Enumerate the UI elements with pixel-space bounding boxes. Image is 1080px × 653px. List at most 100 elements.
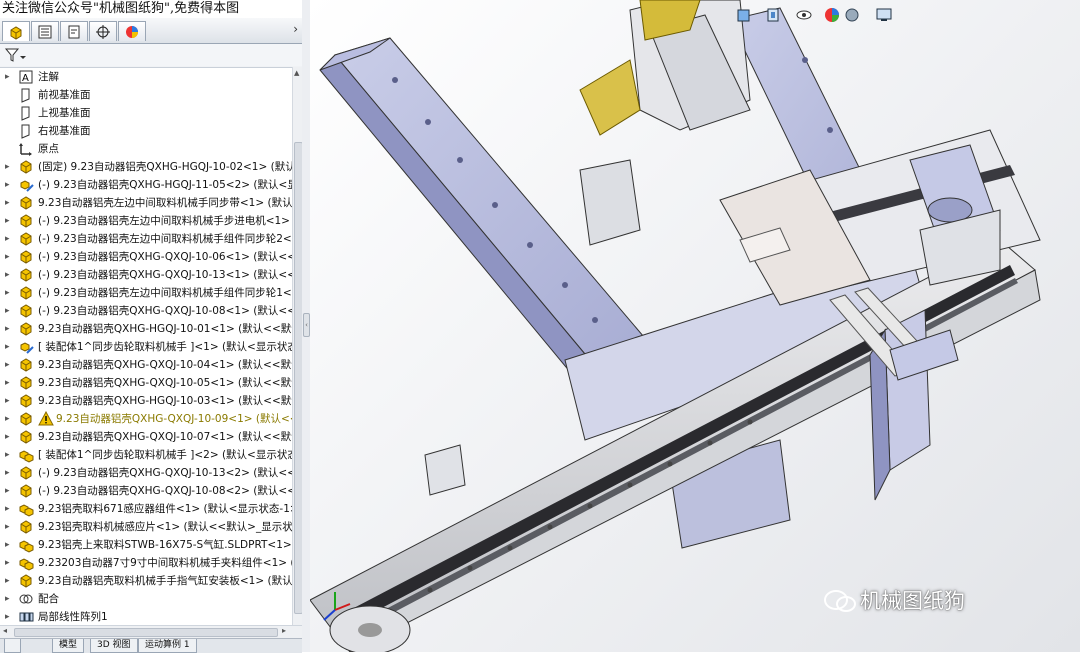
tree-item[interactable]: ▸ 9.23自动器铝壳左边中间取料机械手同步带<1> (默认<<默 (0, 194, 292, 212)
expand-arrow-icon[interactable]: ▸ (5, 266, 13, 284)
filter-icon[interactable] (4, 47, 26, 63)
expand-arrow-icon[interactable]: ▸ (5, 356, 13, 374)
tree-item[interactable]: ▸ 配合 (0, 590, 292, 608)
tree-item[interactable]: ▸ 9.23自动器铝壳取料机械手手指气缸安装板<1> (默认<<默 (0, 572, 292, 590)
tab-motion-study[interactable]: 运动算例 1 (138, 639, 197, 653)
tree-item[interactable]: 前视基准面 (0, 86, 292, 104)
tree-item[interactable]: ▸ (-) 9.23自动器铝壳左边中间取料机械手组件同步轮1<1> (默 (0, 284, 292, 302)
part-icon (20, 358, 32, 372)
tree-item[interactable]: 右视基准面 (0, 122, 292, 140)
expand-arrow-icon[interactable]: ▸ (5, 68, 13, 86)
tree-item[interactable]: ▸ 9.23203自动器7寸9寸中间取料机械手夹料组件<1> (默认 (0, 554, 292, 572)
expand-arrow-icon[interactable]: ▸ (5, 518, 13, 536)
expand-arrow-icon[interactable]: ▸ (5, 230, 13, 248)
tab-model[interactable]: 模型 (52, 639, 85, 653)
tree-item[interactable]: 上视基准面 (0, 104, 292, 122)
expand-arrow-icon[interactable]: ▸ (5, 320, 13, 338)
expand-arrow-icon[interactable]: ▸ (5, 536, 13, 554)
tree-item[interactable]: ▸ 9.23自动器铝壳QXHG-QXQJ-10-05<1> (默认<<默认>_ (0, 374, 292, 392)
part-icon (20, 484, 32, 498)
tab-configuration-manager[interactable] (60, 21, 88, 41)
hide-show-items-icon[interactable] (795, 6, 813, 24)
tree-item[interactable]: ▸ [ 装配体1^同步齿轮取料机械手 ]<2> (默认<显示状态-1> (0, 446, 292, 464)
view-settings-icon[interactable] (875, 6, 893, 24)
expand-arrow-icon[interactable]: ▸ (5, 158, 13, 176)
collapse-panel-handle[interactable]: ‹ (303, 313, 310, 337)
tab-3d-view[interactable]: 3D 视图 (90, 639, 138, 653)
expand-arrow-icon[interactable]: ▸ (5, 428, 13, 446)
tree-item[interactable]: ▸ (-) 9.23自动器铝壳QXHG-QXQJ-10-08<1> (默认<<默认 (0, 302, 292, 320)
tree-item[interactable]: ▸ 9.23自动器铝壳QXHG-HGQJ-10-01<1> (默认<<默认>_ (0, 320, 292, 338)
expand-arrow-icon[interactable]: ▸ (5, 446, 13, 464)
expand-arrow-icon[interactable]: ▸ (5, 212, 13, 230)
tree-item[interactable]: ▸ (-) 9.23自动器铝壳QXHG-QXQJ-10-13<1> (默认<<默认 (0, 266, 292, 284)
expand-arrow-icon[interactable]: ▸ (5, 392, 13, 410)
expand-arrow-icon[interactable]: ▸ (5, 338, 13, 356)
tree-item-label: 9.23铝壳取料机械感应片<1> (默认<<默认>_显示状态 1> (38, 521, 292, 533)
subassembly-icon (19, 540, 34, 553)
tree-item[interactable]: ▸ (固定) 9.23自动器铝壳QXHG-HGQJ-10-02<1> (默认<<默 (0, 158, 292, 176)
tree-item-label: (-) 9.23自动器铝壳QXHG-QXQJ-10-06<1> (默认<<默认 (38, 251, 292, 263)
expand-arrow-icon[interactable]: ▸ (5, 410, 13, 428)
expand-arrow-icon[interactable]: ▸ (5, 248, 13, 266)
expand-arrow-icon[interactable]: ▸ (5, 302, 13, 320)
tab-property-manager[interactable] (31, 21, 59, 41)
tree-item-label: (-) 9.23自动器铝壳左边中间取料机械手组件同步轮1<1> (默 (38, 287, 292, 299)
expand-arrow-icon[interactable]: ▸ (5, 176, 13, 194)
tree-item[interactable]: ▸ (-) 9.23自动器铝壳QXHG-QXQJ-10-13<2> (默认<<默认 (0, 464, 292, 482)
manager-tab-bar: › (0, 18, 302, 44)
tree-item-label: (-) 9.23自动器铝壳左边中间取料机械手步进电机<1> (默认 (38, 215, 292, 227)
tree-item[interactable]: ▸ 9.23自动器铝壳QXHG-HGQJ-10-03<1> (默认<<默认>_ (0, 392, 292, 410)
tree-horizontal-scrollbar[interactable]: ◂ ▸ (0, 625, 302, 638)
tree-item[interactable]: ▸ 9.23铝壳上来取料STWB-16X75-S气缸.SLDPRT<1> (默认 (0, 536, 292, 554)
tree-item[interactable]: ▸ (-) 9.23自动器铝壳左边中间取料机械手组件同步轮2<1> (默 (0, 230, 292, 248)
tree-item[interactable]: ▸ 9.23铝壳取料机械感应片<1> (默认<<默认>_显示状态 1> (0, 518, 292, 536)
scroll-right-arrow-icon[interactable]: ▸ (282, 626, 286, 635)
graphics-viewport[interactable]: 机械图纸狗 (310, 0, 1080, 652)
expand-arrow-icon[interactable]: ▸ (5, 482, 13, 500)
tree-item[interactable]: ▸ (-) 9.23自动器铝壳QXHG-HGQJ-11-05<2> (默认<显示状 (0, 176, 292, 194)
cad-model-render (310, 0, 1041, 652)
expand-arrow-icon[interactable]: ▸ (5, 608, 13, 626)
expand-arrow-icon[interactable]: ▸ (5, 572, 13, 590)
tree-item[interactable]: ▸ 9.23自动器铝壳QXHG-QXQJ-10-04<1> (默认<<默认>_ (0, 356, 292, 374)
tree-item-label: (-) 9.23自动器铝壳QXHG-QXQJ-10-08<1> (默认<<默认 (38, 305, 292, 317)
tree-item[interactable]: ▸ (-) 9.23自动器铝壳左边中间取料机械手步进电机<1> (默认 (0, 212, 292, 230)
view-orientation-icon[interactable] (735, 6, 753, 24)
part-icon (20, 322, 32, 336)
scene-icon[interactable] (843, 6, 861, 24)
expand-arrow-icon[interactable]: ▸ (5, 500, 13, 518)
tree-item-label: (-) 9.23自动器铝壳QXHG-QXQJ-10-13<2> (默认<<默认 (38, 467, 292, 479)
tab-model-partial[interactable] (4, 639, 21, 653)
tab-dimxpert-manager[interactable] (89, 21, 117, 41)
tabs-more-chevron-icon[interactable]: › (293, 22, 298, 36)
expand-arrow-icon[interactable]: ▸ (5, 590, 13, 608)
tree-item[interactable]: ▸ (-) 9.23自动器铝壳QXHG-QXQJ-10-06<1> (默认<<默认 (0, 248, 292, 266)
part-icon (20, 520, 32, 534)
expand-arrow-icon[interactable]: ▸ (5, 284, 13, 302)
tab-feature-manager[interactable] (2, 21, 30, 41)
part-icon (20, 160, 32, 174)
part-icon (20, 268, 32, 282)
display-style-icon[interactable] (765, 6, 783, 24)
tree-item[interactable]: ▸ (-) 9.23自动器铝壳QXHG-QXQJ-10-08<2> (默认<<默认 (0, 482, 292, 500)
tree-item[interactable]: ▸ 9.23自动器铝壳QXHG-QXQJ-10-07<1> (默认<<默认>_ (0, 428, 292, 446)
scroll-up-arrow-icon[interactable]: ▲ (294, 69, 299, 77)
expand-arrow-icon[interactable]: ▸ (5, 464, 13, 482)
part-icon (20, 286, 32, 300)
tree-item-label: 9.23铝壳上来取料STWB-16X75-S气缸.SLDPRT<1> (默认 (38, 539, 292, 551)
expand-arrow-icon[interactable]: ▸ (5, 374, 13, 392)
expand-arrow-icon[interactable]: ▸ (5, 194, 13, 212)
hscroll-thumb[interactable] (14, 628, 278, 637)
tree-item[interactable]: ▸ 局部线性阵列1 (0, 608, 292, 626)
appearance-icon[interactable] (823, 6, 841, 24)
tree-item[interactable]: ▸ A 注解 (0, 68, 292, 86)
scroll-left-arrow-icon[interactable]: ◂ (3, 626, 7, 635)
expand-arrow-icon[interactable]: ▸ (5, 554, 13, 572)
tree-item[interactable]: ▸ [ 装配体1^同步齿轮取料机械手 ]<1> (默认<显示状态-1> (0, 338, 292, 356)
tree-item[interactable]: 原点 (0, 140, 292, 158)
tree-item[interactable]: ▸ 9.23铝壳取料671感应器组件<1> (默认<显示状态-1>) (0, 500, 292, 518)
tree-item[interactable]: ▸ 9.23自动器铝壳QXHG-QXQJ-10-09<1> (默认<<默认 (0, 410, 292, 428)
part-icon (20, 376, 32, 390)
tab-display-manager[interactable] (118, 21, 146, 41)
